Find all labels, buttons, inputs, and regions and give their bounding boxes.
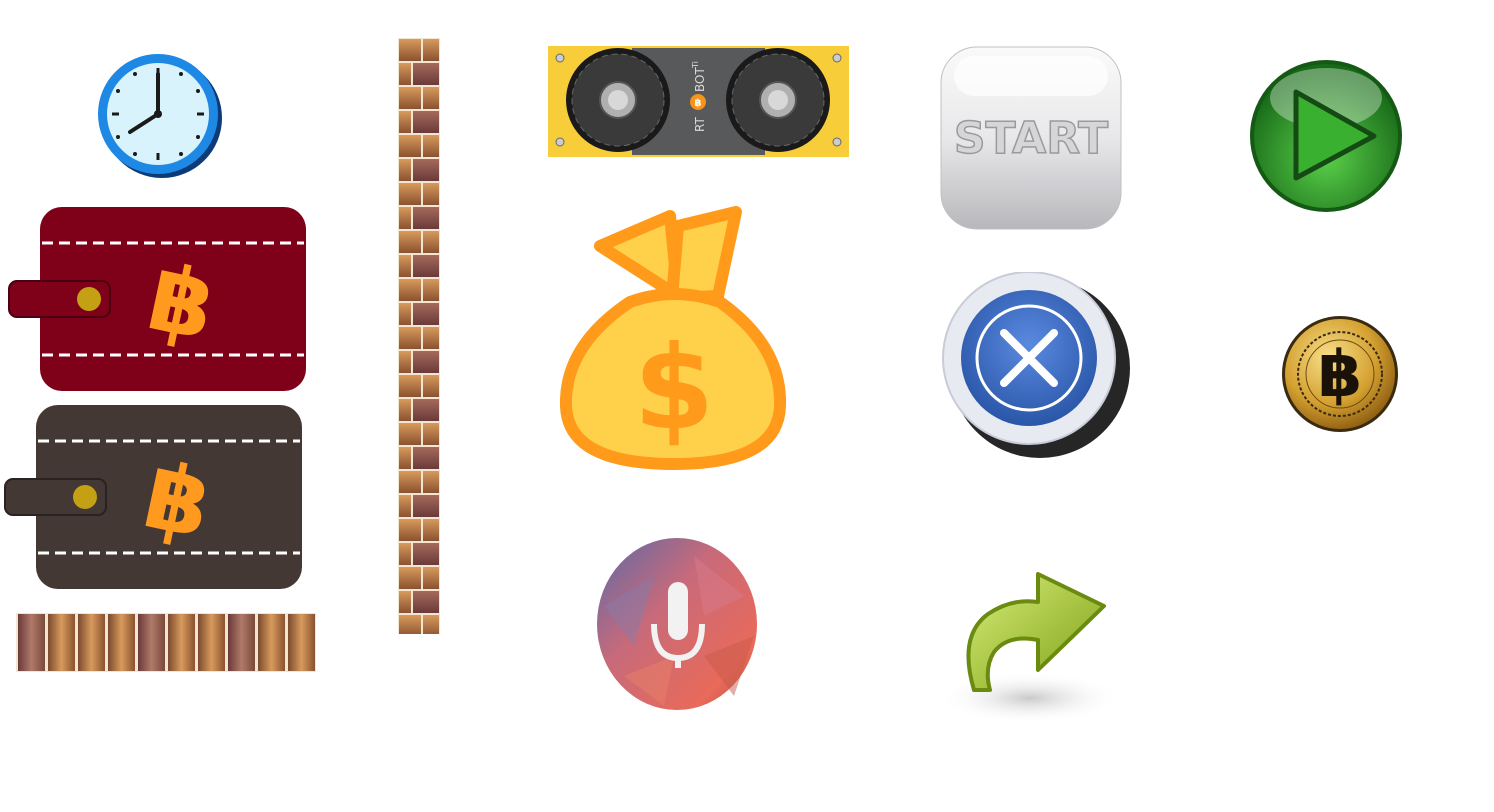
gpu-label-sup: Ti [691, 61, 700, 69]
wallet-dark: ฿ [4, 404, 304, 590]
gpu-label-left: RT [693, 117, 707, 132]
graphics-card: ฿ RT BOT Ti [548, 46, 849, 157]
close-button[interactable] [942, 272, 1130, 464]
microphone-button[interactable] [594, 536, 760, 712]
start-button-label: START [954, 113, 1108, 164]
money-bag: $ [560, 206, 788, 470]
fan-right [726, 48, 830, 152]
redo-arrow[interactable] [934, 540, 1130, 728]
bitcoin-coin: ฿ [1280, 314, 1400, 434]
brick-strip-vertical [398, 38, 440, 634]
clock-icon [92, 50, 226, 182]
start-button[interactable]: START [940, 46, 1122, 230]
gpu-bitcoin-glyph: ฿ [695, 98, 702, 109]
gpu-label-right: BOT [693, 67, 707, 92]
fan-left [566, 48, 670, 152]
brick-strip-horizontal [16, 613, 316, 672]
wallet-red: ฿ [8, 206, 308, 392]
play-button[interactable] [1248, 58, 1404, 214]
dollar-symbol: $ [634, 321, 715, 456]
coin-bitcoin-glyph: ฿ [1318, 338, 1363, 412]
